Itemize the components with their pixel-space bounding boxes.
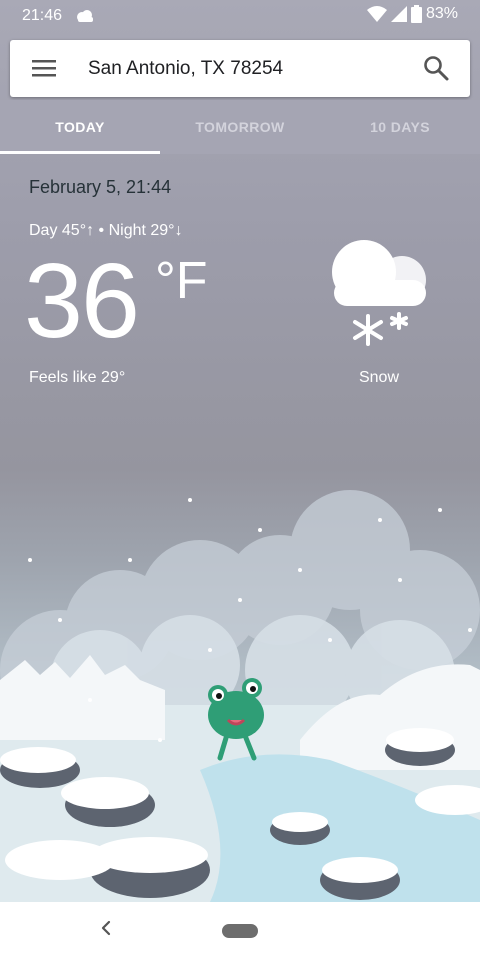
system-nav-bar <box>0 902 480 960</box>
temperature-unit: °F <box>155 252 208 310</box>
battery-level: 83% <box>425 5 458 22</box>
cellular-signal-icon <box>390 6 407 22</box>
snow-icon <box>332 240 426 346</box>
observation-date: February 5, 21:44 <box>29 177 172 197</box>
location-text[interactable]: San Antonio, TX 78254 <box>88 58 283 80</box>
tab-10-days[interactable]: 10 DAYS <box>320 119 480 135</box>
search-icon[interactable] <box>422 54 450 82</box>
location-search-bar[interactable]: San Antonio, TX 78254 <box>10 40 470 97</box>
forecast-tabs: TODAY TOMORROW 10 DAYS <box>0 100 480 154</box>
snow-scene-illustration <box>0 490 480 902</box>
tab-today[interactable]: TODAY <box>0 119 160 135</box>
menu-icon[interactable] <box>32 58 56 78</box>
tab-tomorrow[interactable]: TOMORROW <box>160 119 320 135</box>
status-bar: 21:46 83% <box>0 0 480 32</box>
feels-like: Feels like 29° <box>29 369 126 386</box>
status-time: 21:46 <box>22 7 63 24</box>
back-icon[interactable] <box>95 916 119 940</box>
home-pill[interactable] <box>222 924 258 938</box>
wifi-icon <box>366 6 387 22</box>
status-right: 83% <box>366 5 458 23</box>
day-night-temps: Day 45°↑ • Night 29°↓ <box>29 222 183 239</box>
cloud-icon <box>77 10 93 22</box>
condition-label: Snow <box>358 369 400 386</box>
current-temperature: 36 <box>24 242 140 360</box>
tab-active-indicator <box>0 151 160 154</box>
battery-icon <box>410 5 422 23</box>
